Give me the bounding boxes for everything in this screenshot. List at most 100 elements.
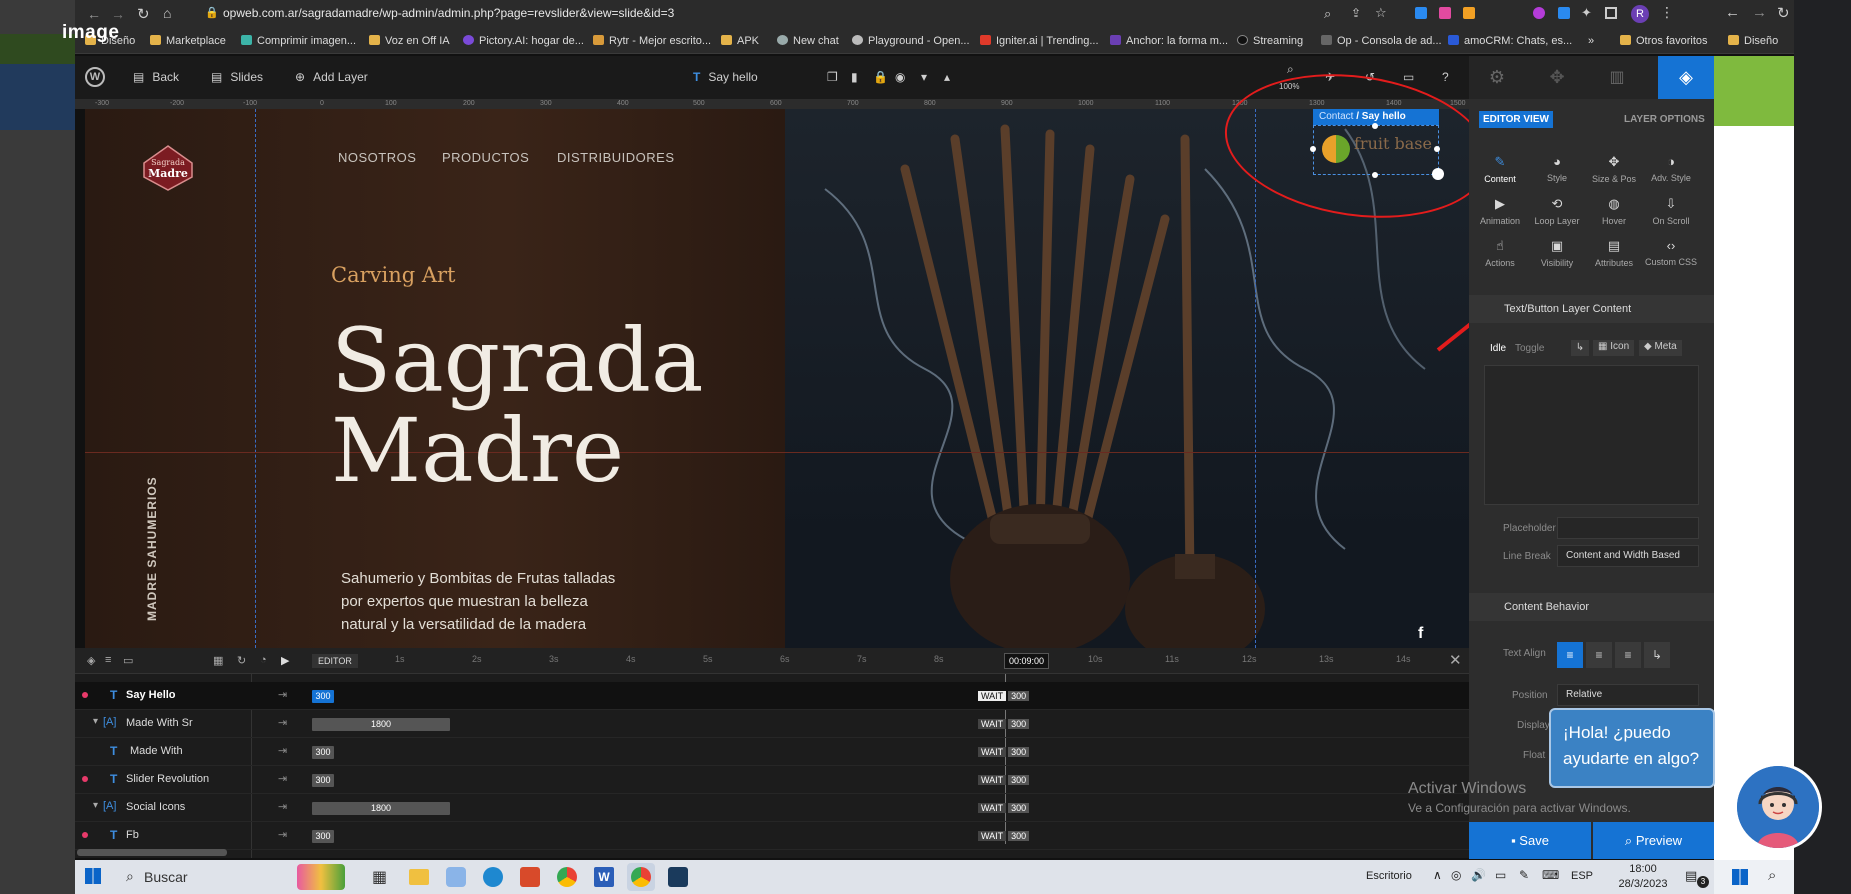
- settings-tab[interactable]: ⚙: [1469, 56, 1525, 99]
- expand-icon[interactable]: ⇥: [278, 828, 287, 841]
- profile-avatar[interactable]: R: [1631, 5, 1649, 23]
- tagline[interactable]: Carving Art: [331, 263, 456, 287]
- timeline-row[interactable]: T Slider Revolution ⇥ 300 WAIT 300: [75, 766, 1469, 794]
- desktop-view-icon[interactable]: ▭: [1403, 70, 1414, 84]
- monitor-icon[interactable]: ▭: [1495, 868, 1506, 882]
- wait-block[interactable]: WAIT 300: [978, 830, 1030, 843]
- bookmark[interactable]: Otros favoritos: [1620, 35, 1708, 47]
- network-icon[interactable]: ◎: [1451, 868, 1461, 882]
- align-center-icon[interactable]: ≡: [1586, 642, 1612, 668]
- expand-icon[interactable]: ⇥: [278, 772, 287, 785]
- task-view-icon[interactable]: ▦: [372, 867, 387, 887]
- chevron-up-icon[interactable]: ▴: [944, 70, 950, 84]
- refresh-icon[interactable]: ↻: [237, 654, 246, 667]
- chevron-up-icon[interactable]: ∧: [1433, 868, 1442, 882]
- vertical-brand-text[interactable]: MADRE SAHUMERIOS: [145, 476, 159, 621]
- bookmark[interactable]: Streaming: [1237, 35, 1303, 47]
- timer-icon[interactable]: ◔: [260, 654, 267, 666]
- chat-avatar[interactable]: [1734, 763, 1822, 851]
- timeline-bar[interactable]: 300: [312, 690, 334, 703]
- expand-icon[interactable]: ⇥: [278, 716, 287, 729]
- timeline-row[interactable]: ▾ [A] Social Icons ⇥ 1800 WAIT 300: [75, 794, 1469, 822]
- bookmark[interactable]: Marketplace: [150, 35, 226, 47]
- extension-icon[interactable]: [1415, 7, 1427, 19]
- bookmark[interactable]: Playground - Open...: [852, 35, 970, 47]
- tab-animation[interactable]: ▶ Animation: [1472, 196, 1528, 226]
- bookmark[interactable]: Voz en Off IA: [369, 35, 450, 47]
- timeline-bar[interactable]: 300: [312, 746, 334, 759]
- desktop-toolbar[interactable]: Escritorio: [1366, 870, 1412, 882]
- tab-actions[interactable]: ☝ Actions: [1472, 238, 1528, 268]
- language-indicator[interactable]: ESP: [1571, 870, 1593, 882]
- window-icon[interactable]: ▭: [123, 654, 133, 667]
- timeline-row[interactable]: ▾ [A] Made With Sr ⇥ 1800 WAIT 300: [75, 710, 1469, 738]
- align-left-icon[interactable]: ≡: [1557, 642, 1583, 668]
- tab-style[interactable]: ◕ Style: [1529, 154, 1585, 183]
- tab-on-scroll[interactable]: ⇩ On Scroll: [1643, 196, 1699, 226]
- home-icon[interactable]: ⌂: [163, 5, 171, 21]
- timeline-row[interactable]: T Fb ⇥ 300 WAIT 300: [75, 822, 1469, 850]
- hero-title-line2[interactable]: Madre: [331, 407, 624, 495]
- icon-button[interactable]: ▦ Icon: [1593, 340, 1635, 356]
- close-icon[interactable]: ✕: [1449, 651, 1462, 669]
- windows-start-icon[interactable]: [1732, 869, 1748, 885]
- tab-hover[interactable]: ◍ Hover: [1586, 196, 1642, 226]
- timeline-bar[interactable]: 300: [312, 774, 334, 787]
- expand-icon[interactable]: ⇥: [278, 800, 287, 813]
- forward-icon-secondary[interactable]: →: [1752, 4, 1767, 21]
- url-field[interactable]: opweb.com.ar/sagradamadre/wp-admin/admin…: [223, 6, 674, 20]
- back-icon-secondary[interactable]: ←: [1725, 4, 1740, 21]
- extension-icon[interactable]: [1463, 7, 1475, 19]
- expand-icon[interactable]: ⇥: [278, 744, 287, 757]
- tab-content[interactable]: ✎ Content: [1472, 154, 1528, 184]
- idle-tab[interactable]: Idle: [1490, 343, 1506, 354]
- puzzle-icon[interactable]: ✦: [1581, 5, 1592, 21]
- grid-icon[interactable]: ▦: [213, 654, 223, 667]
- wait-block[interactable]: WAIT 300: [978, 774, 1030, 787]
- nav-item-nosotros[interactable]: NOSOTROS: [338, 150, 416, 165]
- editor-tag[interactable]: EDITOR: [312, 654, 358, 668]
- nav-item-productos[interactable]: PRODUCTOS: [442, 150, 529, 165]
- horizontal-scrollbar[interactable]: [77, 849, 227, 856]
- hero-title-line1[interactable]: Sagrada: [331, 317, 703, 405]
- layers-icon[interactable]: ◈: [87, 654, 95, 667]
- position-select[interactable]: Relative: [1557, 684, 1699, 706]
- chevron-down-icon[interactable]: ▾: [921, 70, 927, 84]
- slide-canvas[interactable]: Sagrada Madre NOSOTROS PRODUCTOS DISTRIB…: [85, 109, 1469, 648]
- bookmark[interactable]: Rytr - Mejor escrito...: [593, 35, 711, 47]
- tab-size-pos[interactable]: ✥ Size & Pos: [1586, 154, 1642, 184]
- keyboard-icon[interactable]: ⌨: [1542, 868, 1559, 882]
- editor-view-badge[interactable]: EDITOR VIEW: [1479, 111, 1553, 128]
- layers-tab[interactable]: ◈: [1658, 56, 1714, 99]
- slides-button[interactable]: ▤ Slides: [211, 70, 263, 84]
- notifications-icon[interactable]: ▤: [1685, 868, 1697, 884]
- current-time[interactable]: 00:09:00: [1004, 653, 1050, 669]
- windows-start-icon[interactable]: [85, 868, 101, 884]
- star-icon[interactable]: ☆: [1375, 5, 1387, 21]
- navigation-tab[interactable]: ✥: [1529, 56, 1585, 99]
- extension-icon[interactable]: [1533, 7, 1545, 19]
- save-button[interactable]: ▪ Save: [1469, 822, 1591, 859]
- clock-date[interactable]: 28/3/2023: [1608, 878, 1678, 890]
- bookmark[interactable]: Anchor: la forma m...: [1110, 35, 1228, 47]
- facebook-icon[interactable]: f: [1418, 625, 1423, 643]
- section-content-behavior[interactable]: Content Behavior: [1469, 593, 1714, 621]
- menu-icon[interactable]: ⋮: [1660, 4, 1674, 21]
- bookmark[interactable]: Op - Consola de ad...: [1321, 35, 1442, 47]
- placeholder-input[interactable]: [1557, 517, 1699, 539]
- timeline-bar[interactable]: 1800: [312, 802, 450, 815]
- bookmark[interactable]: APK: [721, 35, 759, 47]
- line-break-icon[interactable]: ↳: [1571, 340, 1589, 356]
- toggle-tab[interactable]: Toggle: [1515, 343, 1544, 354]
- forward-icon[interactable]: →: [111, 6, 125, 22]
- add-layer-button[interactable]: ⊕ Add Layer: [295, 70, 368, 84]
- reload-icon-secondary[interactable]: ↻: [1777, 4, 1790, 22]
- taskbar-search[interactable]: ⌕ Buscar: [120, 865, 320, 889]
- meta-button[interactable]: ◆ Meta: [1639, 340, 1682, 356]
- bookmark[interactable]: Diseño: [1728, 35, 1778, 47]
- word-icon[interactable]: W: [594, 867, 614, 887]
- hero-description[interactable]: Sahumerio y Bombitas de Frutas talladas …: [341, 567, 621, 636]
- visibility-icon[interactable]: ◉: [895, 70, 905, 84]
- edge-icon[interactable]: [483, 867, 503, 887]
- back-icon[interactable]: ←: [87, 6, 101, 22]
